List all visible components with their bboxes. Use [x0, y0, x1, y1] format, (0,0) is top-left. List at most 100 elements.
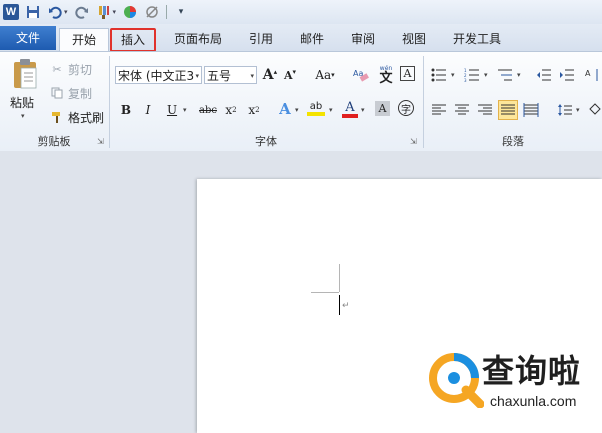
paste-icon[interactable] [12, 58, 38, 90]
watermark-title: 查询啦 [482, 352, 582, 390]
increase-indent-icon [560, 69, 574, 81]
paste-button[interactable]: 粘贴 [10, 94, 34, 111]
watermark-logo-icon [429, 353, 484, 408]
decrease-indent-button[interactable] [535, 66, 553, 84]
bullets-dropdown-icon[interactable]: ▾ [451, 71, 455, 79]
italic-button[interactable]: I [139, 101, 157, 119]
highlight-dropdown-icon[interactable]: ▾ [329, 106, 333, 114]
tab-mailings[interactable]: 邮件 [291, 28, 333, 50]
line-spacing-button[interactable] [556, 101, 574, 119]
line-spacing-dropdown-icon[interactable]: ▾ [576, 106, 580, 114]
bullets-button[interactable] [430, 66, 448, 84]
enclose-characters-button[interactable]: 字 [398, 100, 414, 116]
text-effects-label: A [279, 100, 291, 118]
toolbar-separator [166, 5, 168, 19]
format-painter-button[interactable]: 格式刷 [50, 108, 104, 126]
customize-icon[interactable]: ▾ [173, 4, 189, 20]
tab-developer[interactable]: 开发工具 [445, 28, 509, 50]
align-center-button[interactable] [453, 101, 471, 119]
phonetic-label: 文 [379, 70, 393, 86]
font-group-label: 字体 [255, 135, 277, 148]
paragraph-mark-icon: ↵ [342, 301, 350, 311]
tab-references[interactable]: 引用 [240, 28, 282, 50]
shrink-font-button[interactable]: A ▾ [281, 66, 299, 84]
font-name-dropdown-icon[interactable]: ▾ [195, 67, 199, 83]
increase-indent-button[interactable] [558, 66, 576, 84]
font-color-button[interactable]: A [341, 100, 359, 118]
text-effects-dropdown-icon[interactable]: ▾ [295, 106, 299, 114]
multilevel-list-button[interactable] [496, 66, 514, 84]
multilevel-dropdown-icon[interactable]: ▾ [517, 71, 521, 79]
redo-icon[interactable] [74, 4, 90, 20]
justify-button[interactable] [498, 100, 518, 120]
align-left-button[interactable] [430, 101, 448, 119]
clipboard-group-label: 剪贴板 [37, 135, 71, 148]
font-name-combo[interactable]: 宋体 (中文正3 ▾ [115, 66, 202, 84]
shrink-font-label: A [283, 68, 293, 82]
align-right-button[interactable] [476, 101, 494, 119]
tab-file[interactable]: 文件 [0, 26, 56, 50]
tab-review[interactable]: 审阅 [342, 28, 384, 50]
color-wheel-icon[interactable] [122, 4, 138, 20]
format-painter-icon[interactable] [96, 4, 112, 20]
text-cursor [339, 295, 340, 315]
format-painter-label: 格式刷 [68, 110, 105, 125]
grow-font-button[interactable]: A ▴ [261, 66, 279, 84]
numbering-button[interactable]: 123 [463, 66, 481, 84]
word-app-icon[interactable]: W [3, 4, 19, 20]
phonetic-guide-button[interactable]: wén 文 [376, 65, 396, 86]
save-icon[interactable] [25, 4, 41, 20]
undo-dropdown-icon[interactable]: ▾ [64, 8, 68, 16]
copy-label: 复制 [68, 86, 93, 101]
change-case-button[interactable]: Aa ▾ [312, 66, 338, 84]
italic-label: I [145, 103, 151, 117]
copy-button[interactable]: 复制 [50, 84, 92, 102]
clipboard-launcher-icon[interactable]: ⇲ [97, 137, 104, 146]
bold-button[interactable]: B [117, 101, 135, 119]
superscript-button[interactable]: x2 [245, 101, 263, 119]
text-effects-button[interactable]: A [276, 100, 294, 118]
cut-label: 剪切 [68, 62, 93, 77]
svg-text:3: 3 [464, 78, 467, 82]
font-color-dropdown-icon[interactable]: ▾ [361, 106, 365, 114]
highlight-button[interactable]: ab [305, 100, 327, 118]
font-size-dropdown-icon[interactable]: ▾ [250, 67, 254, 83]
no-style-icon[interactable] [144, 4, 160, 20]
clear-formatting-icon: Aa [353, 69, 369, 82]
painter-dropdown-icon[interactable]: ▾ [113, 8, 117, 16]
underline-dropdown-icon[interactable]: ▾ [183, 106, 187, 114]
undo-icon[interactable] [47, 4, 63, 20]
shading-button[interactable] [588, 101, 602, 119]
paste-dropdown-icon[interactable]: ▾ [21, 112, 25, 120]
character-border-label: A [403, 67, 412, 80]
subscript-button[interactable]: x2 [222, 101, 240, 119]
subscript-mark: 2 [232, 106, 237, 114]
scissors-icon: ✂ [52, 62, 62, 76]
numbering-dropdown-icon[interactable]: ▾ [484, 71, 488, 79]
font-size-combo[interactable]: 五号 ▾ [204, 66, 257, 84]
svg-text:A: A [585, 69, 591, 78]
subscript-label: x [225, 103, 233, 117]
character-border-button[interactable]: A [400, 66, 415, 81]
font-size-value: 五号 [207, 69, 232, 83]
tab-view[interactable]: 视图 [393, 28, 435, 50]
tab-page-layout[interactable]: 页面布局 [166, 28, 230, 50]
distributed-button[interactable] [522, 101, 540, 119]
font-launcher-icon[interactable]: ⇲ [410, 137, 417, 146]
sort-icon: A [585, 69, 598, 81]
tab-home[interactable]: 开始 [59, 28, 109, 51]
highlight-color-swatch [307, 112, 325, 116]
clear-formatting-button[interactable]: Aa [351, 66, 371, 84]
watermark-subtitle: chaxunla.com [490, 393, 577, 409]
copy-icon [50, 86, 64, 100]
paragraph-group-label: 段落 [502, 135, 524, 148]
margin-corner-mark [339, 264, 340, 292]
character-shading-button[interactable]: A [375, 101, 390, 116]
sort-button[interactable]: A [584, 66, 602, 84]
align-left-icon [432, 104, 446, 115]
strikethrough-button[interactable]: abc [197, 101, 219, 119]
underline-button[interactable]: U [163, 101, 181, 119]
cut-button[interactable]: ✂ 剪切 [50, 60, 92, 78]
tab-insert[interactable]: 插入 [110, 28, 156, 52]
grow-font-label: A [262, 67, 274, 83]
